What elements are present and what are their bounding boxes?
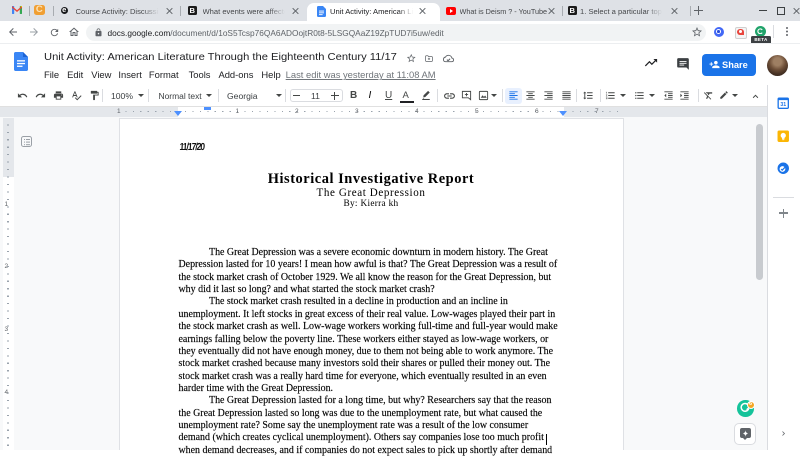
svg-text:31: 31 xyxy=(780,102,786,108)
